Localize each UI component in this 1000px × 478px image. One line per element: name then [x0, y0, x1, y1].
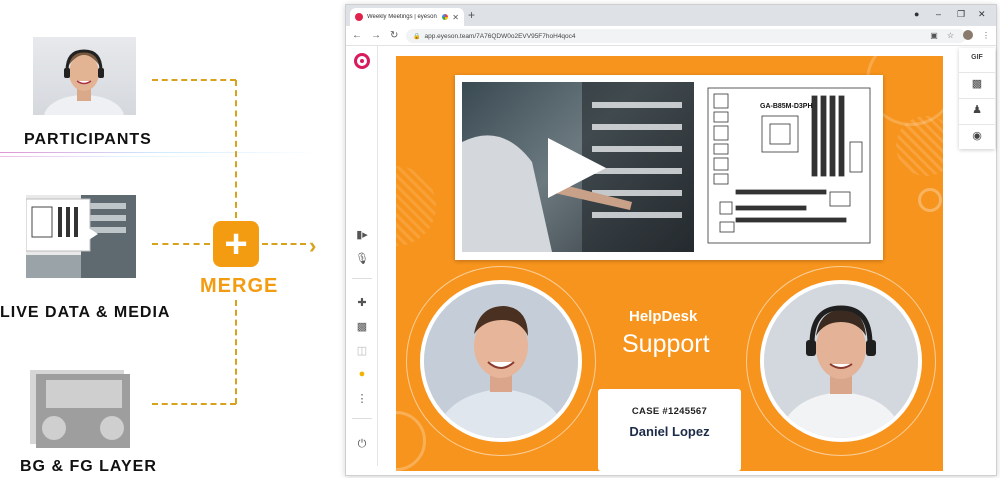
decor-circle	[896, 116, 943, 176]
forward-icon[interactable]: →	[371, 30, 381, 41]
divider	[959, 124, 995, 125]
participants-caption: PARTICIPANTS	[24, 131, 152, 148]
layer-thumbnail	[30, 370, 130, 448]
decor-circle	[396, 166, 436, 246]
gif-button[interactable]: GIF	[959, 54, 995, 61]
power-icon[interactable]: ⏻	[346, 438, 378, 451]
minimize-icon[interactable]: –	[936, 9, 941, 19]
participant-video-right	[760, 280, 922, 442]
participants-icon[interactable]: ♟	[959, 103, 995, 116]
camera-icon[interactable]: ▮▸	[346, 228, 378, 241]
board-title: GA-B85M-D3PH	[760, 103, 813, 110]
screen-share-icon[interactable]: ▩	[346, 320, 378, 333]
layer-caption: BG & FG LAYER	[20, 458, 157, 475]
menu-kebab-icon[interactable]: ⋮	[982, 31, 990, 40]
browser-tab[interactable]: Weekly Meetings | eyeson ✕	[350, 8, 464, 26]
connector-line	[152, 243, 210, 245]
connector-line	[262, 243, 306, 245]
lock-icon: 🔒	[413, 33, 421, 40]
divider	[959, 72, 995, 73]
divider	[352, 418, 372, 419]
case-number: CASE #1245567	[631, 406, 708, 417]
agent-name: Daniel Lopez	[629, 424, 710, 439]
merge-label: MERGE	[200, 275, 279, 297]
media-thumbnail	[26, 195, 136, 278]
back-icon[interactable]: ←	[352, 30, 362, 41]
address-bar[interactable]: 🔒 app.eyeson.team/7A76QDW0o2EVV95F7hoH4q…	[406, 29, 966, 43]
eyeson-favicon-icon	[355, 13, 363, 21]
merge-plus-icon: +	[213, 221, 259, 267]
participant-video-left	[420, 280, 582, 442]
motherboard-diagram: GA-B85M-D3PH	[700, 82, 876, 252]
close-tab-icon[interactable]: ✕	[452, 13, 459, 22]
toolbar-actions: ▣ ☆ ⋮	[930, 30, 990, 40]
tab-bar: Weekly Meetings | eyeson ✕ + ● – ❐ ✕	[346, 5, 996, 26]
sticker-icon[interactable]: ●	[346, 368, 378, 380]
media-caption: LIVE DATA & MEDIA	[0, 304, 171, 321]
media-indicator-icon	[442, 14, 449, 20]
decor-circle	[918, 188, 942, 212]
eyeson-logo-icon	[354, 53, 370, 69]
add-person-icon[interactable]: ✚	[346, 296, 378, 309]
video-player[interactable]	[462, 82, 694, 252]
close-window-icon[interactable]: ✕	[978, 9, 986, 20]
meeting-stage: GA-B85M-D3PH HelpDesk Support CASE #1245…	[396, 56, 943, 471]
decor-circle	[396, 411, 426, 471]
glitch-line	[0, 156, 250, 157]
maximize-icon[interactable]: ❐	[957, 9, 965, 20]
glitch-line	[0, 152, 320, 153]
app-content: ▮▸ 🎙 ✚ ▩ ◫ ● ⋮ ⏻ GA-B85M-D3PH HelpDesk S…	[346, 46, 996, 475]
connector-line	[235, 80, 237, 218]
arrow-right-icon: ›	[309, 233, 317, 258]
profile-circle-icon[interactable]: ●	[914, 9, 919, 19]
right-toolbar: GIF ▩ ♟ ◉	[959, 48, 995, 149]
play-icon[interactable]	[548, 138, 606, 198]
snapshot-camera-icon[interactable]: ◉	[959, 129, 995, 142]
new-tab-button[interactable]: +	[468, 8, 475, 22]
canvas: PARTICIPANTS LIVE DATA & MEDIA BG & FG L…	[0, 0, 1000, 478]
divider	[959, 98, 995, 99]
url-text: app.eyeson.team/7A76QDW0o2EVV95F7hoH4qoc…	[424, 32, 576, 40]
chat-icon[interactable]: ▩	[959, 77, 995, 90]
connector-line	[152, 403, 236, 405]
case-info-card: CASE #1245567 Daniel Lopez	[598, 389, 741, 471]
connector-line	[235, 300, 237, 404]
bookmark-star-icon[interactable]: ☆	[947, 31, 954, 40]
profile-avatar[interactable]	[963, 30, 973, 40]
left-toolbar: ▮▸ 🎙 ✚ ▩ ◫ ● ⋮ ⏻	[346, 46, 378, 466]
camera-indicator-icon[interactable]: ▣	[930, 31, 938, 40]
presentation-icon[interactable]: ◫	[346, 344, 378, 357]
browser-toolbar: ← → ↻ 🔒 app.eyeson.team/7A76QDW0o2EVV95F…	[346, 26, 996, 46]
reload-icon[interactable]: ↻	[390, 30, 398, 41]
microphone-icon[interactable]: 🎙	[346, 252, 378, 265]
tab-title: Weekly Meetings | eyeson	[367, 14, 437, 20]
participant-thumbnail	[33, 37, 136, 115]
more-options-icon[interactable]: ⋮	[346, 392, 378, 405]
shared-content-panel: GA-B85M-D3PH	[455, 75, 883, 260]
connector-line	[152, 79, 236, 81]
divider	[352, 278, 372, 279]
brand-helpdesk: HelpDesk	[629, 308, 698, 325]
brand-support: Support	[622, 330, 710, 358]
browser-window: Weekly Meetings | eyeson ✕ + ● – ❐ ✕ ← →…	[345, 4, 997, 476]
